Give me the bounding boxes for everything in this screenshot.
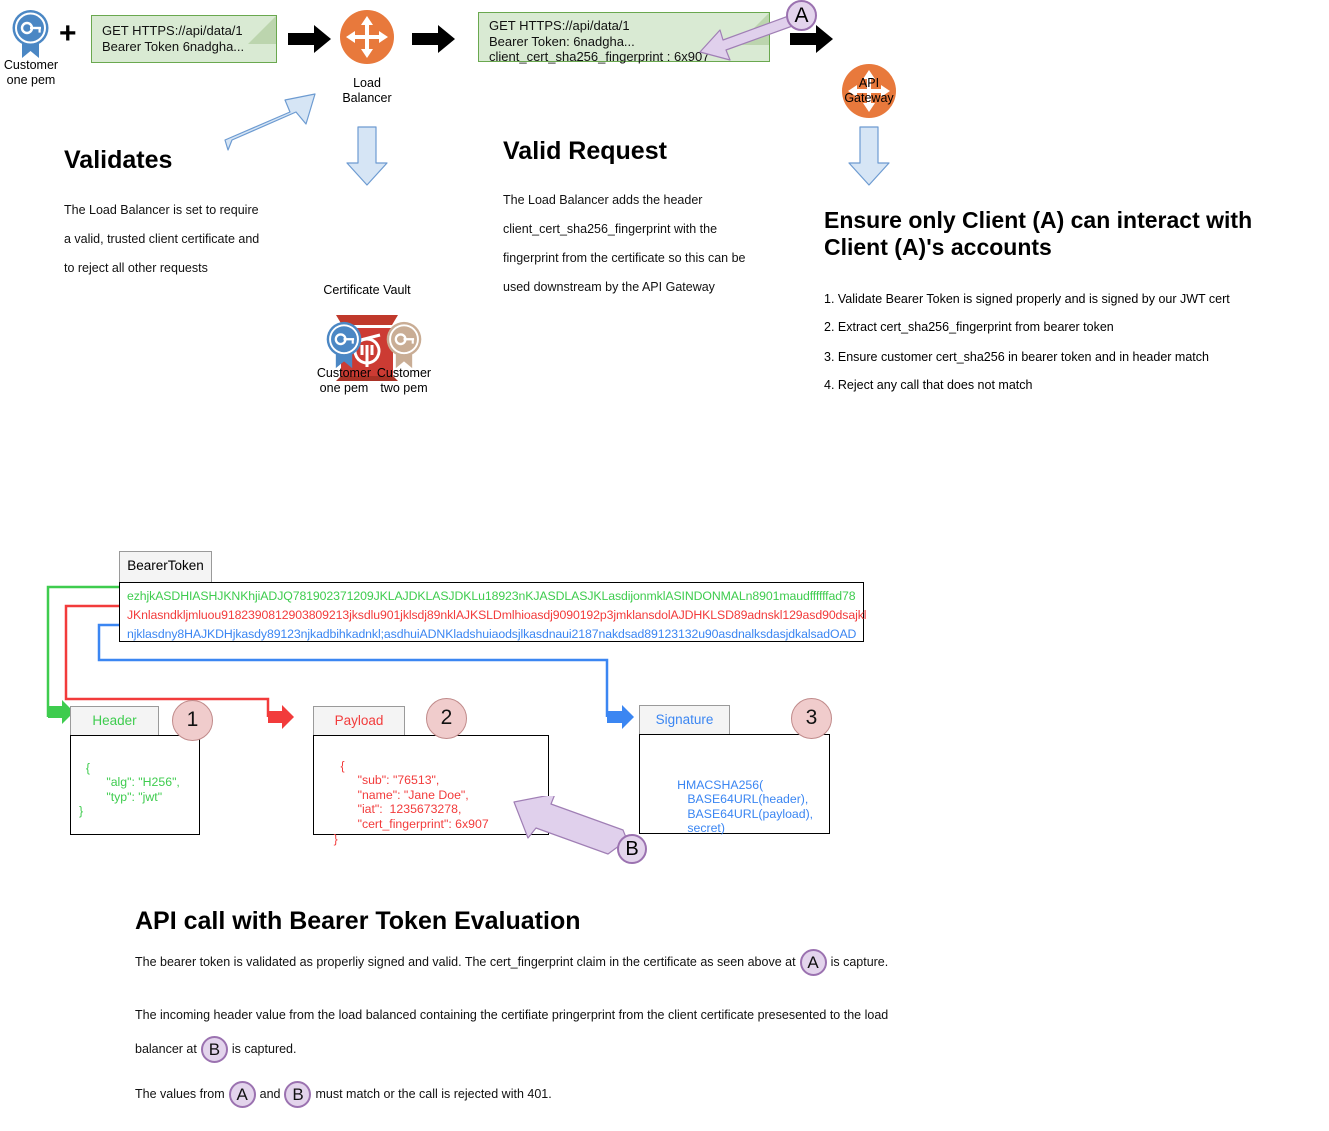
bearer-token-line-3: njklasdny8HAJKDHjkasdy89123njkadbihkadnk… (127, 627, 857, 641)
bearer-token-line-1: ezhjkASDHIASHJKNKhjiADJQ781902371209JKLA… (127, 589, 856, 603)
jwt-step-number-3: 3 (791, 698, 832, 739)
vault-cert-two-icon (382, 320, 426, 370)
callout-badge-a-para1: A (799, 949, 827, 977)
vault-cert-one-icon (322, 320, 366, 370)
callout-badge-b-para3-text: B (292, 1085, 304, 1105)
jwt-header-box: { "alg": "H256", "typ": "jwt" } (70, 735, 200, 835)
api-gateway-label-line1: API (858, 76, 880, 90)
jwt-step-number-2: 2 (426, 698, 467, 739)
ensure-heading-line2: Client (A)'s accounts (824, 234, 1052, 260)
callout-arrow-b (506, 793, 632, 856)
jwt-step-number-3-text: 3 (805, 706, 818, 729)
bottom-paragraph-2-line1: The incoming header value from the load … (135, 1008, 889, 1022)
callout-badge-b-jwt: B (617, 834, 647, 864)
jwt-signature-box: HMACSHA256( BASE64URL(header), BASE64URL… (639, 734, 830, 836)
bottom-paragraph-2-pre: balancer at (135, 1042, 197, 1056)
client-certificate-label-line2: one pem (6, 73, 56, 87)
load-balancer-label-line1: Load (353, 76, 381, 90)
bearer-token-tab[interactable]: BearerToken (119, 551, 212, 582)
validates-body: The Load Balancer is set to require a va… (64, 196, 394, 283)
valid-request-body-line1: The Load Balancer adds the header (503, 193, 703, 207)
request-note-1-line1: GET HTTPS://api/data/1 (102, 23, 243, 38)
validates-body-line2: a valid, trusted client certificate and (64, 232, 260, 246)
jwt-header-tab[interactable]: Header (70, 706, 159, 735)
request-note-1: GET HTTPS://api/data/1 Bearer Token 6nad… (91, 15, 277, 63)
request-note-1-line2: Bearer Token 6nadgha... (102, 38, 245, 54)
callout-badge-b-para3: B (284, 1081, 312, 1109)
bearer-token-box: ezhjkASDHIASHJKNKhjiADJQ781902371209JKLA… (119, 582, 867, 642)
valid-request-body-line2: client_cert_sha256_fingerprint with the (503, 222, 718, 236)
valid-request-body-line3: fingerprint from the certificate so this… (503, 251, 746, 265)
jwt-step-number-1-text: 1 (186, 708, 199, 731)
valid-request-body: The Load Balancer adds the header client… (503, 186, 813, 302)
callout-badge-a-para3: A (228, 1081, 256, 1109)
jwt-payload-tab-label: Payload (334, 713, 384, 728)
jwt-step-number-2-text: 2 (440, 706, 453, 729)
api-gateway-label-line2: Gateway (844, 91, 894, 105)
callout-badge-b-para2-text: B (208, 1040, 221, 1060)
bottom-paragraph-3-post: must match or the call is rejected with … (315, 1087, 552, 1101)
jwt-step-number-1: 1 (172, 700, 213, 741)
certificate-vault-label: Certificate Vault (323, 283, 411, 297)
api-gateway-label: API Gateway (820, 76, 918, 106)
ensure-heading: Ensure only Client (A) can interact with… (824, 207, 1304, 261)
valid-request-body-line4: used downstream by the API Gateway (503, 280, 715, 294)
ensure-step-4: 4. Reject any call that does not match (824, 378, 1033, 392)
ensure-step-1: 1. Validate Bearer Token is signed prope… (824, 292, 1230, 306)
bottom-paragraph-3-mid: and (259, 1087, 281, 1101)
client-certificate-icon (8, 8, 53, 60)
down-arrow-to-vault (344, 125, 390, 187)
bottom-paragraph-1-pre: The bearer token is validated as properl… (135, 955, 796, 969)
bottom-heading: API call with Bearer Token Evaluation (135, 907, 581, 935)
validates-body-line3: to reject all other requests (64, 261, 208, 275)
ensure-heading-line1: Ensure only Client (A) can interact with (824, 207, 1253, 233)
right-arrow-icon-3 (790, 24, 834, 54)
note-fold-corner (248, 16, 276, 44)
vault-cert-two-label: Customer two pem (367, 366, 441, 396)
validates-heading: Validates (64, 146, 173, 174)
vault-cert-two-label-line2: two pem (380, 381, 428, 395)
callout-badge-b-jwt-text: B (625, 838, 639, 860)
load-balancer-label-line2: Balancer (342, 91, 392, 105)
bottom-paragraph-3: The values from Aand Bmust match or the ca… (135, 1077, 1035, 1111)
right-arrow-icon-1 (288, 24, 332, 54)
jwt-payload-tab[interactable]: Payload (313, 706, 405, 735)
client-certificate-label: Customer one pem (0, 58, 62, 88)
plus-sign: + (59, 17, 77, 50)
jwt-signature-tab-label: Signature (655, 712, 714, 727)
callout-badge-a-para3-text: A (236, 1085, 248, 1105)
bottom-paragraph-1: The bearer token is validated as properl… (135, 945, 1035, 979)
bottom-paragraph-3-pre: The values from (135, 1087, 225, 1101)
jwt-header-body: { "alg": "H256", "typ": "jwt" } (79, 760, 180, 819)
bottom-paragraph-2-post: is captured. (231, 1042, 297, 1056)
validates-body-line1: The Load Balancer is set to require (64, 203, 259, 217)
jwt-header-tab-label: Header (92, 713, 137, 728)
jwt-signature-body: HMACSHA256( BASE64URL(header), BASE64URL… (677, 777, 814, 836)
ensure-steps: 1. Validate Bearer Token is signed prope… (824, 288, 1304, 399)
callout-badge-b-para2: B (200, 1036, 228, 1064)
bottom-paragraph-2-line2: balancer at Bis captured. (135, 1032, 1035, 1066)
blue-diagonal-arrow (222, 88, 322, 158)
ensure-step-3: 3. Ensure customer cert_sha256 in bearer… (824, 350, 1209, 364)
load-balancer-icon (340, 10, 394, 64)
down-arrow-to-gateway-rules (846, 125, 892, 187)
callout-badge-a-para1-text: A (807, 953, 819, 973)
right-arrow-icon-2 (412, 24, 456, 54)
jwt-signature-tab[interactable]: Signature (639, 705, 730, 734)
valid-request-heading: Valid Request (503, 137, 667, 165)
bottom-paragraph-1-post: is capture. (830, 955, 889, 969)
client-certificate-label-line1: Customer (3, 58, 59, 72)
vault-cert-two-label-line1: Customer (376, 366, 432, 380)
bottom-paragraph-2: The incoming header value from the load … (135, 998, 1035, 1066)
load-balancer-label: Load Balancer (318, 76, 416, 106)
ensure-step-2: 2. Extract cert_sha256_fingerprint from … (824, 320, 1114, 334)
bearer-token-line-2: JKnlasndkljmluou9182390812903809213jksdl… (127, 608, 867, 622)
jwt-payload-body: { "sub": "76513", "name": "Jane Doe", "i… (333, 758, 489, 846)
